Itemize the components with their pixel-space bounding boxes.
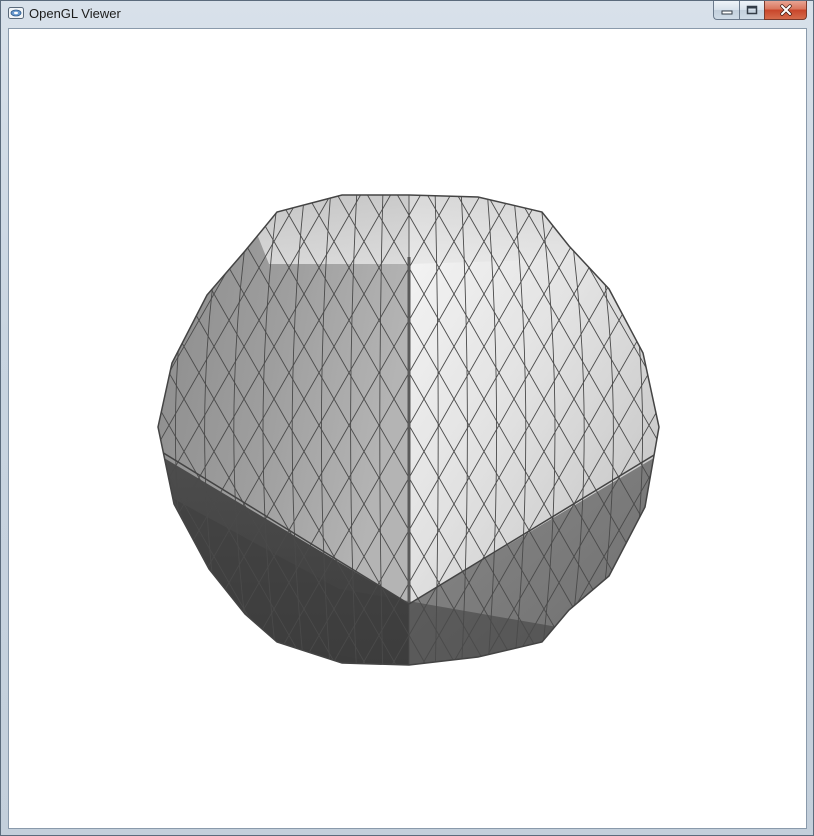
app-window: OpenGL Viewer: [0, 0, 814, 836]
caption-buttons: [713, 1, 807, 21]
maximize-button[interactable]: [739, 1, 764, 20]
close-button[interactable]: [764, 1, 807, 20]
close-icon: [779, 4, 792, 16]
opengl-viewport[interactable]: [9, 29, 806, 828]
minimize-button[interactable]: [713, 1, 739, 20]
opengl-app-icon: [8, 7, 24, 19]
title-bar[interactable]: OpenGL Viewer: [1, 1, 813, 27]
sphere-mesh: [158, 195, 659, 665]
minimize-icon: [721, 10, 732, 15]
window-title: OpenGL Viewer: [29, 6, 121, 21]
maximize-icon: [746, 5, 758, 15]
opengl-viewport-frame: [8, 28, 807, 829]
